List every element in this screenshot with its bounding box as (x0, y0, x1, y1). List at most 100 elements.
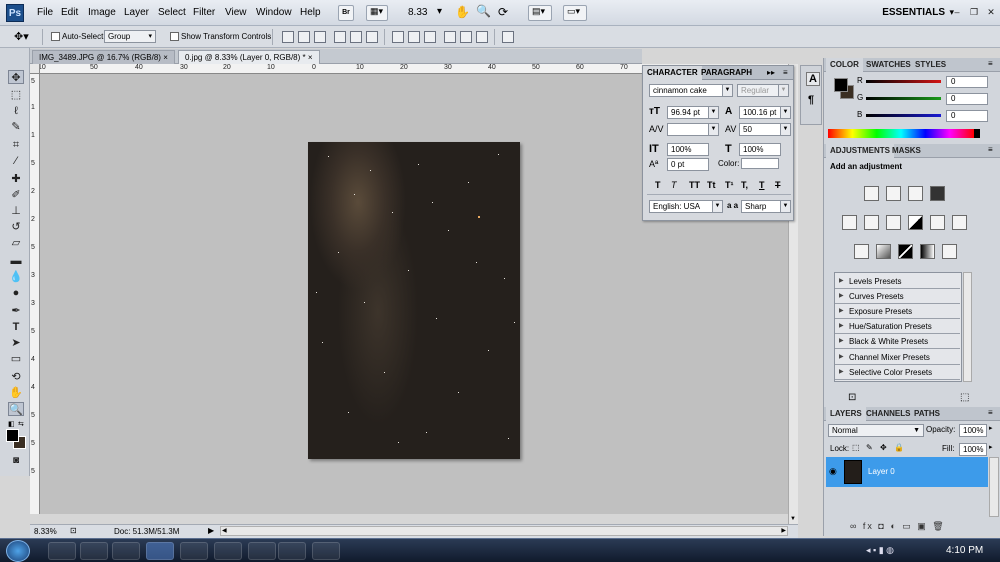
scroll-right-icon[interactable]: ▶ (781, 527, 786, 534)
taskbar-explorer-icon[interactable] (48, 542, 76, 560)
blue-slider[interactable] (866, 114, 941, 117)
list-item[interactable]: Levels Presets (835, 274, 960, 289)
threshold-icon[interactable] (898, 244, 913, 259)
panel-menu-icon[interactable]: ≡ (988, 59, 993, 68)
workspace-switcher[interactable]: ESSENTIALS (882, 7, 945, 18)
tab-swatches[interactable]: SWATCHES (862, 58, 915, 72)
font-size-field[interactable]: 96.94 pt ▼ (667, 106, 719, 119)
3d-rotate-tool-icon[interactable]: ⟲ (8, 370, 24, 384)
color-spectrum-ramp[interactable] (828, 129, 974, 138)
distribute-hcenter-icon[interactable] (460, 31, 472, 43)
clone-stamp-tool-icon[interactable]: ⊥ (8, 204, 24, 218)
green-value[interactable]: 0 (946, 93, 988, 105)
path-selection-tool-icon[interactable]: ➤ (8, 336, 24, 350)
gradient-tool-icon[interactable]: ▬ (8, 254, 24, 268)
font-style-dropdown[interactable]: Regular ▼ (737, 84, 789, 97)
distribute-vcenter-icon[interactable] (408, 31, 420, 43)
zoom-tool-icon[interactable]: 🔍 (476, 4, 491, 18)
gradient-map-icon[interactable] (920, 244, 935, 259)
vertical-scale-field[interactable]: 100% (667, 143, 709, 156)
status-zoom[interactable]: 8.33% (34, 527, 57, 536)
crop-tool-icon[interactable]: ⌗ (8, 138, 24, 152)
lock-position-icon[interactable]: ✥ (880, 443, 887, 452)
align-left-icon[interactable] (334, 31, 346, 43)
zoom-tool-icon[interactable]: 🔍 (8, 402, 24, 416)
return-to-list-icon[interactable]: ⊡ (848, 392, 856, 403)
auto-align-layers-icon[interactable] (502, 31, 514, 43)
small-caps-button[interactable]: Tt (707, 180, 716, 190)
tab-img-3489[interactable]: IMG_3489.JPG @ 16.7% (RGB/8) × (32, 50, 175, 64)
view-extras-button[interactable]: ▦▾ (366, 5, 388, 21)
distribute-right-icon[interactable] (476, 31, 488, 43)
strikethrough-button[interactable]: T (775, 180, 781, 190)
layers-footer-icons[interactable]: ∞ fx ◘ ◐ ▭ ▣ 🗑 (850, 521, 946, 532)
tab-styles[interactable]: STYLES (911, 58, 950, 72)
fill-field[interactable]: 100% (959, 443, 987, 456)
move-tool-icon[interactable]: ✥ (8, 70, 24, 84)
menu-image[interactable]: Image (88, 7, 116, 18)
panel-menu-icon[interactable]: ≡ (783, 68, 788, 77)
zoom-dropdown-icon[interactable]: ▾ (437, 6, 442, 17)
tab-masks[interactable]: MASKS (888, 144, 925, 158)
menu-layer[interactable]: Layer (124, 7, 149, 18)
menu-edit[interactable]: Edit (61, 7, 78, 18)
swap-colors-icon[interactable]: ⇆ (18, 420, 24, 428)
list-item[interactable]: Selective Color Presets (835, 365, 960, 380)
taskbar-window-icon[interactable] (312, 542, 340, 560)
arrange-documents-button[interactable]: ▤▾ (528, 5, 552, 21)
exposure-icon[interactable] (930, 186, 945, 201)
panel-menu-icon[interactable]: ≡ (988, 408, 993, 417)
black-ramp[interactable] (974, 129, 980, 138)
tab-paragraph[interactable]: PARAGRAPH (697, 66, 756, 80)
taskbar-folder-icon[interactable] (214, 542, 242, 560)
taskbar-app-icon[interactable] (112, 542, 140, 560)
horizontal-scale-field[interactable]: 100% (739, 143, 781, 156)
lock-image-icon[interactable]: ✎ (866, 443, 873, 452)
red-slider[interactable] (866, 80, 941, 83)
vertical-ruler[interactable]: 5 1 1 5 2 2 5 3 3 5 4 4 5 5 5 (30, 74, 40, 514)
tab-layers[interactable]: LAYERS (826, 407, 866, 421)
underline-button[interactable]: T (759, 180, 765, 190)
zoom-level-field[interactable]: 8.33 (408, 7, 427, 18)
align-top-icon[interactable] (282, 31, 294, 43)
photo-filter-icon[interactable] (930, 215, 945, 230)
taskbar-photoshop-icon[interactable] (146, 542, 174, 560)
visibility-eye-icon[interactable]: ◉ (829, 466, 837, 477)
type-tool-icon[interactable]: T (8, 320, 24, 334)
list-item[interactable]: Curves Presets (835, 289, 960, 304)
language-dropdown[interactable]: English: USA ▼ (649, 200, 723, 213)
menu-window[interactable]: Window (256, 7, 292, 18)
presets-scrollbar[interactable] (963, 272, 972, 382)
tab-channels[interactable]: CHANNELS (862, 407, 914, 421)
baseline-shift-field[interactable]: 0 pt (667, 158, 709, 171)
red-value[interactable]: 0 (946, 76, 988, 88)
marquee-tool-icon[interactable]: ⬚ (8, 88, 24, 102)
collapse-panel-icon[interactable]: ▸▸ (767, 68, 775, 77)
auto-select-checkbox[interactable] (51, 32, 60, 41)
menu-filter[interactable]: Filter (193, 7, 215, 18)
lock-all-icon[interactable]: 🔒 (894, 443, 904, 452)
menu-view[interactable]: View (225, 7, 247, 18)
close-icon[interactable]: ✕ (983, 5, 999, 19)
layer-name[interactable]: Layer 0 (868, 467, 895, 476)
tab-color[interactable]: COLOR (826, 58, 863, 72)
pen-tool-icon[interactable]: ✒ (8, 304, 24, 318)
align-right-icon[interactable] (366, 31, 378, 43)
blend-mode-dropdown[interactable]: Normal ▼ (828, 424, 924, 437)
quick-mask-icon[interactable]: ◙ (8, 454, 24, 468)
status-menu-arrow-icon[interactable]: ▶ (208, 526, 214, 535)
vibrance-icon[interactable] (842, 215, 857, 230)
eyedropper-tool-icon[interactable]: ⁄ (8, 154, 24, 168)
tray-icons[interactable]: ◂ ▪ ▮ ◍ (866, 545, 894, 556)
bridge-button[interactable]: Br (338, 5, 354, 21)
green-slider[interactable] (866, 97, 941, 100)
levels-icon[interactable] (886, 186, 901, 201)
rotate-view-icon[interactable]: ⟳ (498, 5, 508, 19)
paragraph-panel-icon[interactable]: ¶ (808, 94, 814, 106)
all-caps-button[interactable]: TT (689, 180, 700, 190)
taskbar-messenger-icon[interactable] (180, 542, 208, 560)
subscript-button[interactable]: T, (741, 180, 748, 190)
curves-icon[interactable] (908, 186, 923, 201)
list-item[interactable]: Channel Mixer Presets (835, 350, 960, 365)
layers-scrollbar[interactable] (989, 457, 999, 517)
